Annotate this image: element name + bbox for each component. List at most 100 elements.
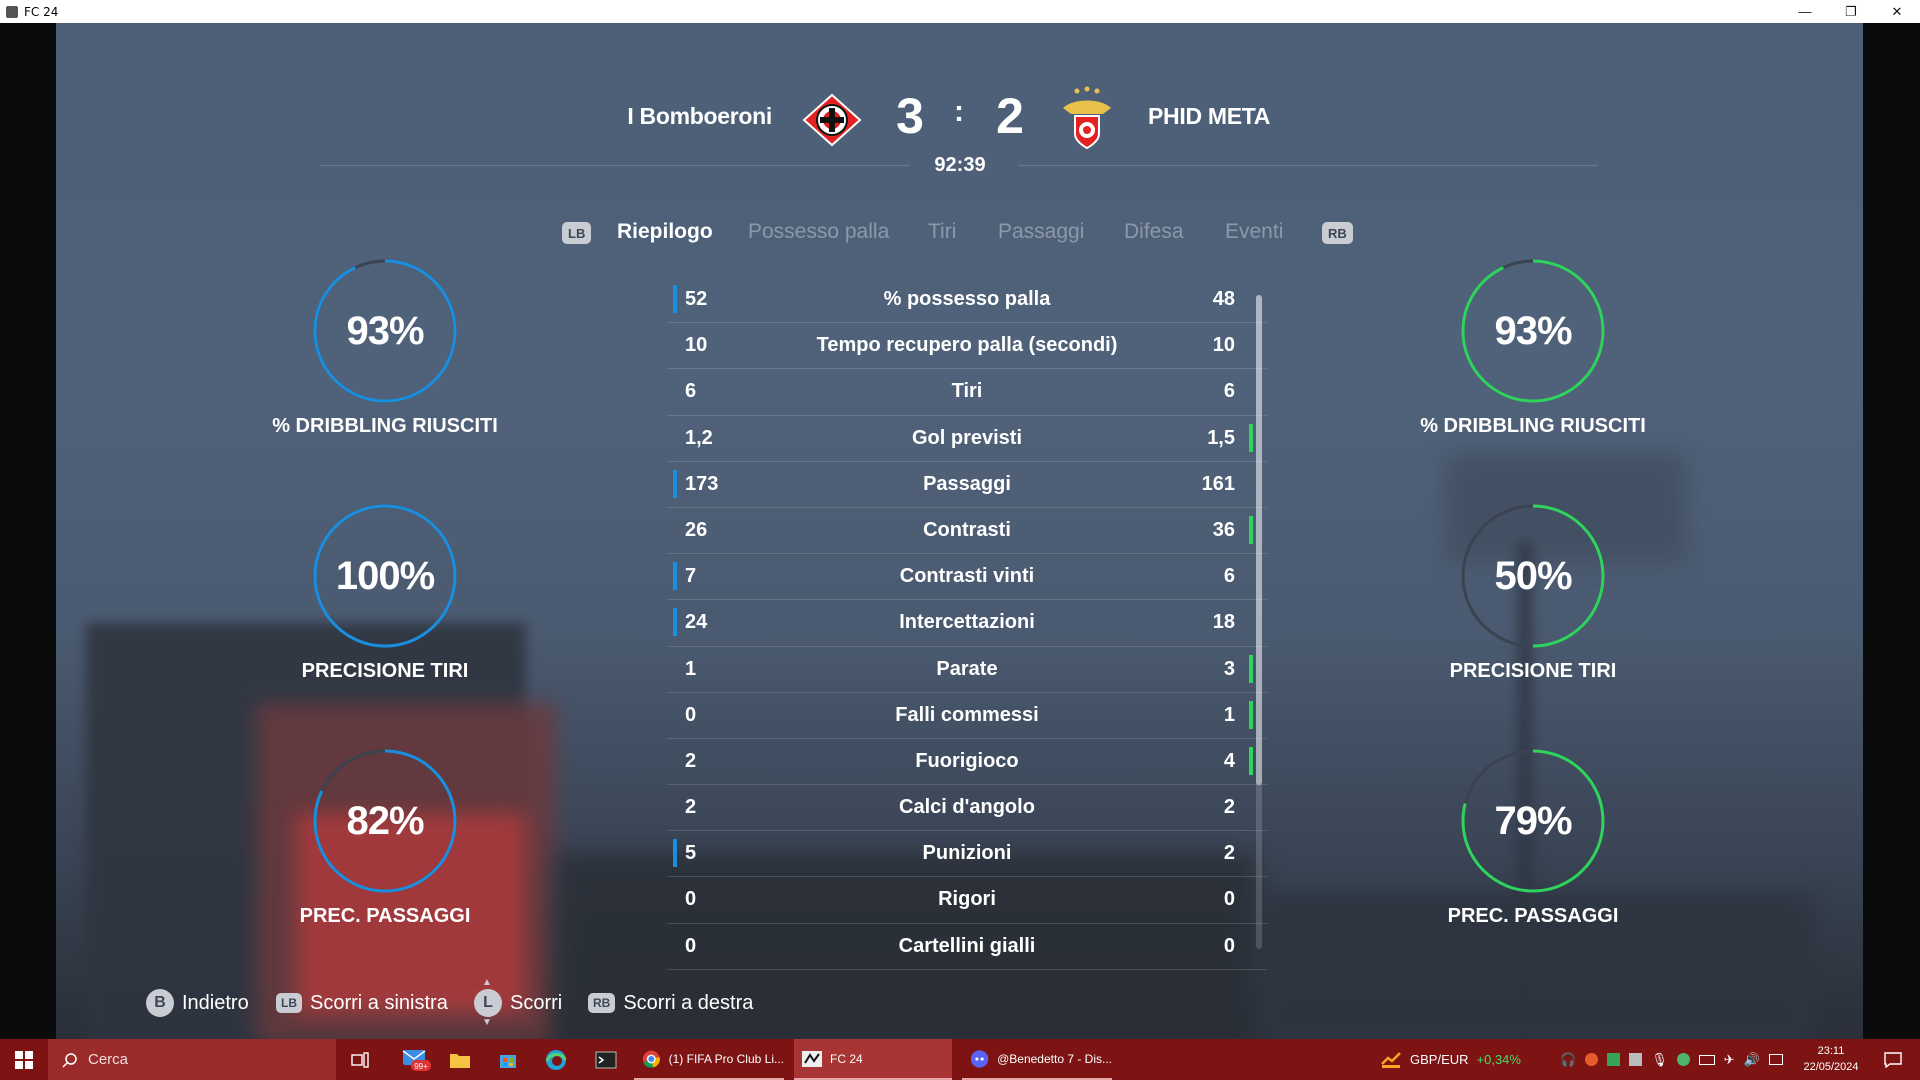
stat-name: Intercettazioni [899,611,1035,634]
stat-row: 1 Parate 3 [667,647,1267,693]
tab-eventi[interactable]: Eventi [1225,220,1283,244]
home-shot-accuracy-stat: 100% PRECISIONE TIRI [245,504,525,683]
task-view-icon[interactable] [336,1039,384,1080]
window-titlebar: FC 24 — ❐ ✕ [0,0,1920,23]
stat-name: Punizioni [922,842,1012,865]
start-button[interactable] [0,1039,48,1080]
keyboard-language-icon[interactable] [1768,1054,1783,1065]
stat-home-value: 6 [685,380,697,403]
away-dribbling-label: % DRIBBLING RIUSCITI [1420,415,1646,437]
taskbar-search[interactable]: Cerca [48,1039,336,1080]
stat-name: Fuorigioco [915,749,1019,772]
search-placeholder: Cerca [88,1051,129,1068]
taskbar-clock[interactable]: 23:11 22/05/2024 [1796,1043,1866,1075]
search-icon [62,1052,77,1068]
stat-row: 52 % possesso palla 48 [667,277,1267,324]
hint-back-label: Indietro [182,991,249,1014]
tray-app-icon[interactable] [1629,1053,1643,1066]
home-pass-accuracy-ring: 82% [313,749,457,893]
stat-home-value: 0 [685,703,697,726]
stat-away-value: 4 [1223,749,1235,772]
tab-difesa[interactable]: Difesa [1124,220,1184,244]
stat-name: Falli commessi [895,703,1039,726]
stat-away-value: 3 [1223,657,1235,680]
airplane-mode-icon[interactable]: ✈ [1724,1052,1735,1068]
b-button-icon: B [146,989,174,1017]
stat-away-value: 161 [1201,472,1235,495]
stat-row: 7 Contrasti vinti 6 [667,554,1267,601]
tab-riepilogo[interactable]: Riepilogo [617,220,713,244]
match-header: I Bomboeroni 3 : 2 PHID META 92:39 [0,68,1920,178]
stat-away-value: 48 [1212,288,1235,310]
mail-icon[interactable]: 99+ [392,1039,440,1080]
edge-icon[interactable] [532,1039,580,1080]
away-shot-accuracy-label: PRECISIONE TIRI [1449,660,1617,682]
microphone-icon[interactable]: 🎙 [1651,1052,1668,1068]
away-dribbling-value: 93% [1494,308,1572,353]
nvidia-icon[interactable] [1607,1053,1621,1066]
taskbar-app-chrome[interactable]: (1) FIFA Pro Club Li... [634,1039,784,1080]
tab-possesso-palla[interactable]: Possesso palla [748,220,889,244]
away-lead-indicator [1249,654,1253,683]
tab-tiri[interactable]: Tiri [928,220,956,244]
terminal-icon[interactable] [582,1039,630,1080]
stat-home-value: 26 [685,518,708,541]
headset-icon[interactable]: 🎧 [1560,1052,1576,1068]
lb-button-icon[interactable]: LB [562,222,592,244]
stat-row: 5 Punizioni 2 [667,831,1267,878]
stat-row: 0 Rigori 0 [667,877,1267,924]
stat-away-value: 10 [1212,334,1235,357]
restore-button[interactable]: ❐ [1828,0,1874,23]
stat-name: Passaggi [923,472,1011,495]
away-shot-accuracy-ring: 50% [1461,504,1605,648]
currency-icon [1381,1051,1401,1068]
tab-passaggi[interactable]: Passaggi [998,220,1084,244]
minimize-button[interactable]: — [1782,0,1828,23]
away-lead-indicator [1249,515,1253,544]
stat-home-value: 2 [685,749,697,772]
home-lead-indicator [673,469,677,498]
stat-away-value: 6 [1223,565,1235,588]
app-tray-icon[interactable] [1585,1053,1599,1066]
hint-scroll-left[interactable]: LB Scorri a sinistra [276,983,448,1023]
stats-scrollbar-thumb[interactable] [1256,295,1262,785]
stat-away-value: 2 [1223,796,1235,819]
stat-row: 2 Calci d'angolo 2 [667,785,1267,832]
stat-row: 6 Tiri 6 [667,369,1267,416]
home-dribbling-ring: 93% [313,259,457,403]
file-explorer-icon[interactable] [436,1039,484,1080]
rb-button-icon: RB [588,993,616,1013]
away-dribbling-stat: 93% % DRIBBLING RIUSCITI [1393,259,1673,438]
away-pass-accuracy-value: 79% [1494,798,1572,843]
taskbar-app-fc24[interactable]: FC 24 [794,1039,952,1080]
home-lead-indicator [673,562,677,591]
close-button[interactable]: ✕ [1874,0,1920,23]
currency-widget[interactable]: GBP/EUR +0,34% [1380,1039,1521,1080]
stat-away-value: 1 [1223,703,1235,726]
store-icon[interactable] [484,1039,532,1080]
rb-button-icon[interactable]: RB [1322,222,1353,244]
fc24-icon [802,1050,822,1067]
stats-table[interactable]: 52% possesso palla 48 10 Tempo recupero pal… [667,277,1267,970]
stat-name: Cartellini gialli [898,934,1036,957]
hint-scroll[interactable]: ▲ L ▼ Scorri [474,977,562,1028]
hint-scroll-right-label: Scorri a destra [623,991,754,1014]
volume-icon[interactable]: 🔊 [1744,1052,1760,1068]
home-lead-indicator [673,285,677,313]
stat-row: 24 Intercettazioni 18 [667,600,1267,647]
notifications-icon[interactable] [1866,1039,1920,1080]
stat-row: 0 Cartellini gialli 0 [667,924,1267,970]
game-viewport: I Bomboeroni 3 : 2 PHID META 92:39 LB Ri… [0,23,1920,1039]
header-divider [1018,165,1598,166]
stat-row: 173 Passaggi 161 [667,462,1267,508]
home-pass-accuracy-value: 82% [346,798,424,843]
hint-back[interactable]: B Indietro [146,983,249,1023]
stat-name: Calci d'angolo [899,796,1035,819]
security-icon[interactable] [1676,1053,1690,1066]
hint-scroll-right[interactable]: RB Scorri a destra [588,983,753,1023]
taskbar-app-discord-label: @Benedetto 7 - Dis... [997,1051,1112,1066]
clock-time: 23:11 [1817,1045,1845,1057]
taskbar-app-discord[interactable]: @Benedetto 7 - Dis... [962,1039,1112,1080]
battery-icon[interactable] [1698,1054,1715,1065]
stat-name: Contrasti vinti [899,565,1035,588]
